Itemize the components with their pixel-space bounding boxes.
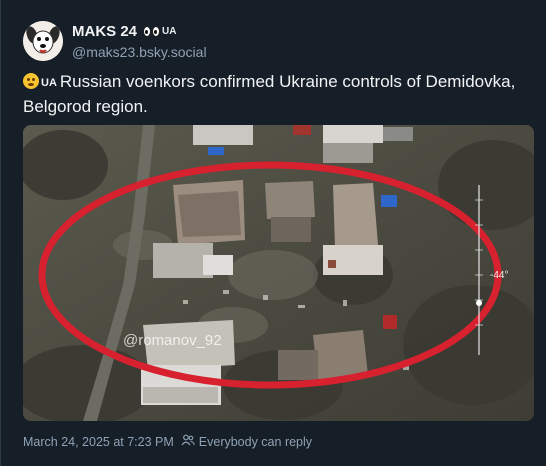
post-body-text: Russian voenkors confirmed Ukraine contr… [23, 72, 516, 116]
post-header: MAKS 24 UA @maks23.bsky.social [72, 21, 207, 61]
smiling-face-icon [23, 73, 39, 89]
altitude-label: -44° [490, 270, 509, 281]
watermark-text: @romanov_92 [123, 332, 222, 349]
author-avatar[interactable] [23, 21, 63, 61]
post-text: UA Russian voenkors confirmed Ukraine con… [23, 70, 523, 118]
dog-avatar-icon [23, 21, 63, 61]
people-icon [181, 434, 195, 449]
aerial-photo [23, 125, 534, 421]
author-handle[interactable]: @maks23.bsky.social [72, 44, 207, 60]
post-timestamp[interactable]: March 24, 2025 at 7:23 PM [23, 435, 174, 449]
post-image[interactable]: -44° @romanov_92 [23, 125, 534, 421]
ua-badge: UA [162, 25, 177, 37]
post-card[interactable]: MAKS 24 UA @maks23.bsky.social UA Russian… [0, 0, 546, 466]
post-footer: March 24, 2025 at 7:23 PM Everybody can … [23, 434, 312, 449]
author-display-name[interactable]: MAKS 24 [72, 23, 137, 40]
reply-setting[interactable]: Everybody can reply [199, 435, 312, 449]
ua-tag: UA [41, 77, 57, 89]
eyes-icon [143, 25, 161, 37]
